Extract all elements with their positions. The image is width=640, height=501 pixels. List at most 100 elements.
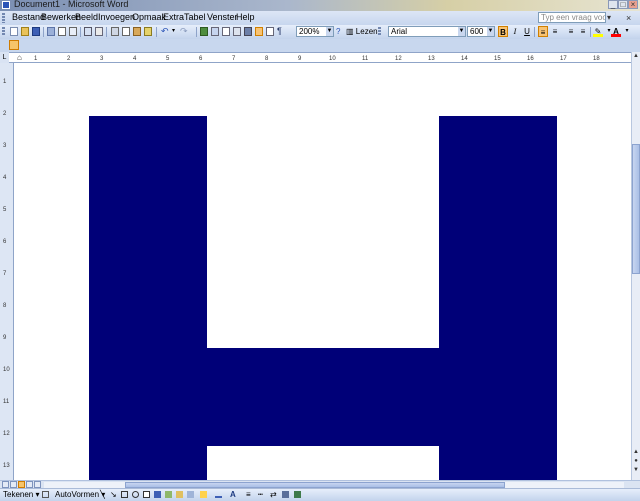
menu-tabel[interactable]: Tabel xyxy=(184,12,206,22)
menu-invoegen[interactable]: Invoegen xyxy=(98,12,135,22)
select-objects-icon[interactable] xyxy=(42,491,49,498)
line-icon[interactable]: ╲ xyxy=(100,491,107,499)
scroll-up-icon[interactable]: ▲ xyxy=(632,52,640,60)
diagram-icon[interactable] xyxy=(165,491,172,498)
tab-selector[interactable]: L xyxy=(0,52,9,63)
toolbar-grip[interactable] xyxy=(2,13,5,23)
glyph-left-stroke xyxy=(89,116,207,480)
ruler-tick: 17 xyxy=(560,56,567,62)
new-document-icon[interactable] xyxy=(10,27,18,36)
bold-button[interactable]: B xyxy=(498,26,508,37)
zoom-select[interactable]: 200% ▼ xyxy=(296,26,334,37)
columns-icon[interactable] xyxy=(244,27,252,36)
insert-excel-icon[interactable] xyxy=(233,27,241,36)
help-icon[interactable]: ? xyxy=(336,27,344,36)
highlight-icon[interactable]: ✎ xyxy=(593,26,603,37)
chevron-down-icon[interactable]: ▼ xyxy=(326,27,333,36)
arrow-icon[interactable]: ↘ xyxy=(110,491,117,499)
chevron-down-icon[interactable]: ▾ xyxy=(172,27,180,36)
close-button[interactable]: × xyxy=(628,0,638,9)
vertical-scrollbar[interactable]: ▲ ▲ ● ▼ xyxy=(631,52,640,480)
ruler-tick: 2 xyxy=(3,111,7,117)
print-icon[interactable] xyxy=(58,27,66,36)
picture-icon[interactable] xyxy=(187,491,194,498)
close-document-icon[interactable]: × xyxy=(626,13,631,23)
clip-art-icon[interactable] xyxy=(176,491,183,498)
paste-icon[interactable] xyxy=(133,27,141,36)
horizontal-ruler[interactable]: ⌂ 1 2 3 4 5 6 7 8 9 10 11 12 13 14 15 16… xyxy=(9,52,631,63)
draw-menu-button[interactable]: Tekenen ▾ xyxy=(3,490,40,499)
menu-extra[interactable]: Extra xyxy=(163,12,184,22)
fill-color-icon[interactable] xyxy=(200,491,207,498)
print-layout-icon[interactable] xyxy=(18,481,25,488)
redo-icon[interactable]: ↷ xyxy=(180,27,188,36)
menu-help[interactable]: Help xyxy=(236,12,255,22)
numbering-button[interactable]: ≡ xyxy=(566,26,576,37)
autoshapes-menu-button[interactable]: AutoVormen ▾ xyxy=(55,490,105,499)
chevron-down-icon[interactable]: ▼ xyxy=(458,27,465,36)
read-button[interactable]: ▥ Lezen xyxy=(346,26,378,37)
text-box-icon[interactable] xyxy=(143,491,150,498)
font-color-icon[interactable]: A xyxy=(611,26,621,37)
toolbar-grip[interactable] xyxy=(2,27,5,36)
italic-button[interactable]: I xyxy=(510,26,520,37)
font-color-icon[interactable]: A xyxy=(230,491,237,499)
vertical-ruler[interactable]: 1 2 3 4 5 6 7 8 9 10 11 12 13 xyxy=(0,63,14,480)
font-name-select[interactable]: Arial ▼ xyxy=(388,26,466,37)
minimize-button[interactable]: _ xyxy=(608,0,618,9)
wordart-icon[interactable] xyxy=(154,491,161,498)
chevron-down-icon[interactable]: ▼ xyxy=(487,27,494,36)
previous-page-icon[interactable]: ▲ xyxy=(632,448,640,456)
drawing-toolbar: Tekenen ▾ AutoVormen ▾ ╲ ↘ A ≡ ┅ ⇄ xyxy=(0,488,640,501)
shadow-style-icon[interactable] xyxy=(282,491,289,498)
pilcrow-icon[interactable]: ¶ xyxy=(277,27,285,36)
print-preview-icon[interactable] xyxy=(69,27,77,36)
align-left-button[interactable]: ≡ xyxy=(538,26,548,37)
bullets-button[interactable]: ≡ xyxy=(578,26,588,37)
line-color-icon[interactable] xyxy=(215,491,222,498)
font-size-select[interactable]: 600 ▼ xyxy=(467,26,495,37)
select-browse-object-icon[interactable]: ● xyxy=(632,457,640,465)
align-center-button[interactable]: ≡ xyxy=(550,26,560,37)
web-layout-icon[interactable] xyxy=(10,481,17,488)
chevron-down-icon[interactable]: ▾ xyxy=(622,26,632,37)
underline-button[interactable]: U xyxy=(522,26,532,37)
spelling-icon[interactable] xyxy=(84,27,92,36)
3d-style-icon[interactable] xyxy=(294,491,301,498)
toolbar-grip[interactable] xyxy=(378,27,381,36)
drawing-icon[interactable] xyxy=(255,27,263,36)
oval-icon[interactable] xyxy=(132,491,139,498)
copy-icon[interactable] xyxy=(122,27,130,36)
research-icon[interactable] xyxy=(95,27,103,36)
rectangle-icon[interactable] xyxy=(121,491,128,498)
envelope-icon[interactable] xyxy=(9,40,19,50)
help-search-input[interactable]: Typ een vraag voor hulp xyxy=(538,12,606,23)
save-icon[interactable] xyxy=(32,27,40,36)
horizontal-scrollbar[interactable] xyxy=(0,480,640,488)
scroll-thumb[interactable] xyxy=(632,144,640,274)
line-style-icon[interactable]: ≡ xyxy=(246,491,253,499)
dash-style-icon[interactable]: ┅ xyxy=(258,491,265,499)
maximize-button[interactable]: □ xyxy=(618,0,628,9)
tables-borders-icon[interactable] xyxy=(211,27,219,36)
cut-icon[interactable] xyxy=(111,27,119,36)
permission-icon[interactable] xyxy=(47,27,55,36)
menu-beeld[interactable]: Beeld xyxy=(75,12,98,22)
word-document-icon[interactable] xyxy=(2,1,10,9)
normal-view-icon[interactable] xyxy=(2,481,9,488)
document-page[interactable] xyxy=(14,63,631,480)
open-folder-icon[interactable] xyxy=(21,27,29,36)
reading-layout-icon[interactable] xyxy=(34,481,41,488)
menu-venster[interactable]: Venster xyxy=(207,12,238,22)
hyperlink-icon[interactable] xyxy=(200,27,208,36)
undo-icon[interactable]: ↶ xyxy=(161,27,169,36)
chevron-down-icon[interactable]: ▾ xyxy=(607,13,611,22)
next-page-icon[interactable]: ▼ xyxy=(632,466,640,474)
outline-view-icon[interactable] xyxy=(26,481,33,488)
indent-marker-icon[interactable]: ⌂ xyxy=(17,53,22,62)
insert-table-icon[interactable] xyxy=(222,27,230,36)
menu-opmaak[interactable]: Opmaak xyxy=(132,12,166,22)
format-painter-icon[interactable] xyxy=(144,27,152,36)
arrow-style-icon[interactable]: ⇄ xyxy=(270,491,277,499)
document-map-icon[interactable] xyxy=(266,27,274,36)
